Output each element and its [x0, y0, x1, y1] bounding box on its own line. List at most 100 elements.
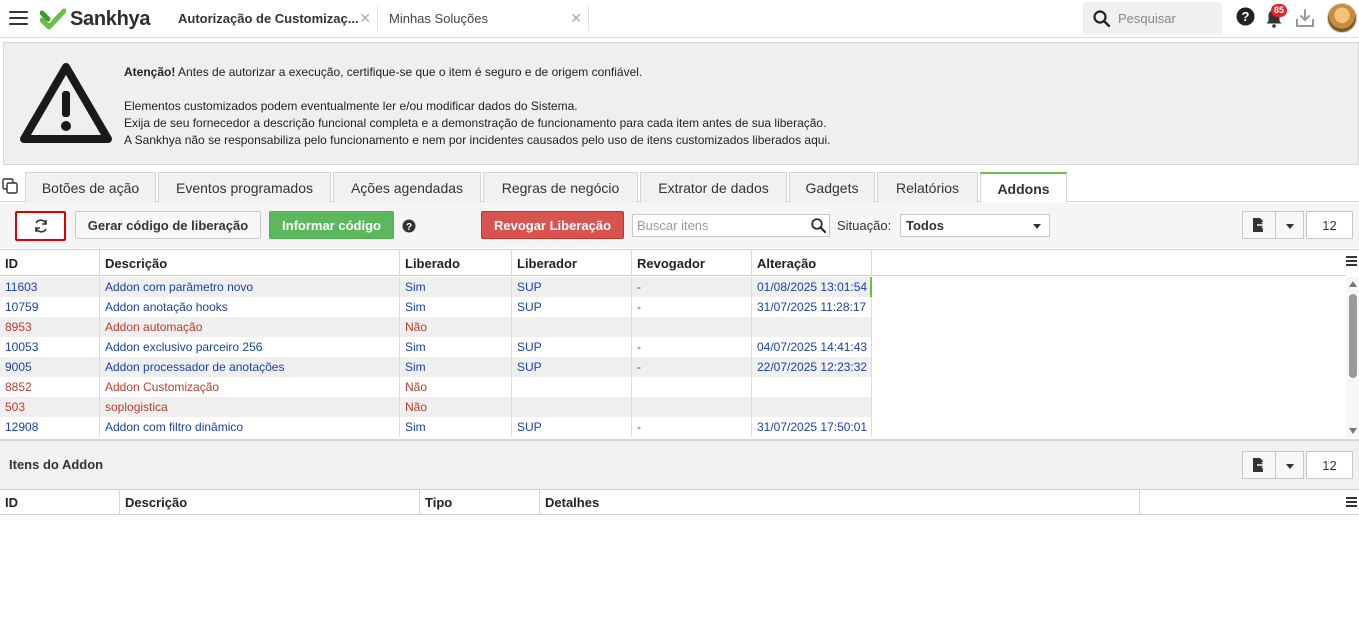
cell-descricao: Addon exclusivo parceiro 256 [100, 337, 400, 357]
cell-id: 10759 [0, 297, 100, 317]
column-menu-icon[interactable] [1346, 256, 1357, 268]
column-header-revogador[interactable]: Revogador [632, 250, 752, 276]
help-icon[interactable]: ? [402, 219, 416, 233]
cell-alteracao [752, 377, 872, 397]
cell-alteracao: 22/07/2025 12:23:32 [752, 357, 872, 377]
cell-liberado: Sim [400, 417, 512, 437]
cell-liberador: SUP [512, 277, 632, 297]
tab-label: Addons [997, 181, 1050, 197]
cell-revogador [632, 397, 752, 417]
table-row[interactable]: 10759 Addon anotação hooks Sim SUP -31/07/20… [0, 297, 872, 317]
scroll-down-icon[interactable] [1349, 428, 1357, 434]
warning-line-4: A Sankhya não se responsabiliza pelo fun… [124, 133, 831, 147]
download-icon[interactable] [1295, 8, 1315, 28]
notification-badge: 85 [1271, 4, 1288, 17]
cell-revogador: - [632, 337, 752, 357]
items-export-dropdown-button[interactable] [1276, 451, 1304, 479]
tab-botoes-de-acao[interactable]: Botões de ação [25, 172, 156, 203]
tab-label: Extrator de dados [658, 180, 769, 196]
items-export-button[interactable] [1242, 451, 1276, 479]
global-search-input[interactable]: Pesquisar [1083, 2, 1222, 35]
table-row[interactable]: 503 soplogistica Não [0, 397, 872, 417]
tab-strip: Botões de ação Eventos programados Ações… [0, 167, 1359, 204]
cell-id: 12908 [0, 417, 100, 437]
tab-acoes-agendadas[interactable]: Ações agendadas [333, 172, 481, 203]
close-icon[interactable]: ✕ [359, 10, 371, 27]
column-header-descricao[interactable]: Descrição [100, 250, 400, 276]
tab-addons[interactable]: Addons [980, 172, 1067, 204]
cell-liberado: Sim [400, 277, 512, 297]
column-header-id[interactable]: ID [0, 250, 100, 276]
tab-extrator-de-dados[interactable]: Extrator de dados [640, 172, 787, 203]
export-file-icon [1253, 458, 1266, 472]
grid-body: 11603 Addon com parâmetro novo Sim SUP -01/0… [0, 277, 872, 437]
cell-liberado: Sim [400, 357, 512, 377]
logo[interactable]: Sankhya [40, 7, 150, 31]
column-header-alteracao[interactable]: Alteração [752, 250, 872, 276]
warning-line-1: Antes de autorizar a execução, certifiqu… [175, 65, 643, 79]
items-panel: Itens do Addon 12 [0, 439, 1359, 489]
help-icon[interactable]: ? [1236, 7, 1255, 26]
cell-liberador [512, 377, 632, 397]
top-bar: Sankhya Autorização de Customizaç... ✕ M… [0, 0, 1359, 38]
cell-id: 9005 [0, 357, 100, 377]
logo-text: Sankhya [70, 7, 151, 30]
column-header-filler [872, 250, 1346, 276]
svg-text:?: ? [406, 222, 412, 233]
page-size-field[interactable]: 12 [1306, 211, 1353, 239]
scroll-up-icon[interactable] [1349, 281, 1357, 287]
items-panel-title: Itens do Addon [9, 457, 104, 472]
app-tab-autorizacao[interactable]: Autorização de Customizaç... ✕ [170, 5, 378, 31]
cell-revogador: - [632, 297, 752, 317]
cell-id: 503 [0, 397, 100, 417]
table-row[interactable]: 11603 Addon com parâmetro novo Sim SUP -01/0… [0, 277, 872, 297]
tab-regras-de-negocio[interactable]: Regras de negócio [483, 172, 638, 203]
items-column-header-tipo[interactable]: Tipo [420, 490, 540, 515]
refresh-button[interactable] [15, 211, 66, 241]
table-row[interactable]: 8953 Addon automação Não [0, 317, 872, 337]
warning-text: Atenção! Antes de autorizar a execução, … [124, 64, 830, 149]
search-icon[interactable] [811, 218, 826, 233]
cell-liberador: SUP [512, 417, 632, 437]
grid-scrollbar[interactable] [1346, 277, 1359, 438]
items-column-header-descricao[interactable]: Descrição [120, 490, 420, 515]
column-header-liberador[interactable]: Liberador [512, 250, 632, 276]
tab-label: Botões de ação [41, 180, 140, 196]
tab-relatorios[interactable]: Relatórios [877, 172, 978, 203]
addons-grid: ID Descrição Liberado Liberador Revogado… [0, 249, 1359, 438]
chevron-down-icon [1286, 224, 1294, 229]
column-header-liberado[interactable]: Liberado [400, 250, 512, 276]
gerar-codigo-button[interactable]: Gerar código de liberação [75, 211, 261, 239]
cell-liberador: SUP [512, 337, 632, 357]
situacao-select[interactable]: Todos [900, 214, 1050, 237]
close-icon[interactable]: ✕ [570, 10, 582, 27]
scroll-thumb[interactable] [1349, 294, 1357, 378]
revogar-liberacao-button[interactable]: Revogar Liberação [481, 211, 624, 239]
warning-panel: Atenção! Antes de autorizar a execução, … [3, 42, 1359, 165]
table-row[interactable]: 8852 Addon Customização Não [0, 377, 872, 397]
copy-icon[interactable] [2, 178, 18, 194]
export-button[interactable] [1242, 211, 1276, 239]
cell-revogador: - [632, 277, 752, 297]
informar-codigo-button[interactable]: Informar código [269, 211, 394, 239]
items-column-header-detalhes[interactable]: Detalhes [540, 490, 1140, 515]
tab-label: Eventos programados [176, 180, 313, 196]
cell-alteracao: 01/08/2025 13:01:54 [752, 277, 872, 297]
items-column-menu-icon[interactable] [1346, 497, 1357, 509]
warning-line-2: Elementos customizados podem eventualmen… [124, 99, 578, 113]
table-row[interactable]: 10053 Addon exclusivo parceiro 256 Sim SUP -… [0, 337, 872, 357]
tab-eventos-programados[interactable]: Eventos programados [158, 172, 331, 203]
cell-descricao: Addon com parâmetro novo [100, 277, 400, 297]
tab-gadgets[interactable]: Gadgets [789, 172, 875, 203]
cell-liberado: Não [400, 377, 512, 397]
app-tab-label: Minhas Soluções [389, 10, 488, 26]
search-items-input[interactable]: Buscar itens [632, 214, 830, 237]
table-row[interactable]: 12908 Addon com filtro dinâmico Sim SUP -31/… [0, 417, 872, 437]
app-tab-minhas-solucoes[interactable]: Minhas Soluções ✕ [381, 5, 589, 31]
items-column-header-id[interactable]: ID [0, 490, 120, 515]
items-page-size-field[interactable]: 12 [1306, 451, 1353, 479]
user-avatar[interactable] [1327, 3, 1357, 33]
table-row[interactable]: 9005 Addon processador de anotações Sim SUP… [0, 357, 872, 377]
menu-icon[interactable] [9, 11, 28, 26]
export-dropdown-button[interactable] [1276, 211, 1304, 239]
